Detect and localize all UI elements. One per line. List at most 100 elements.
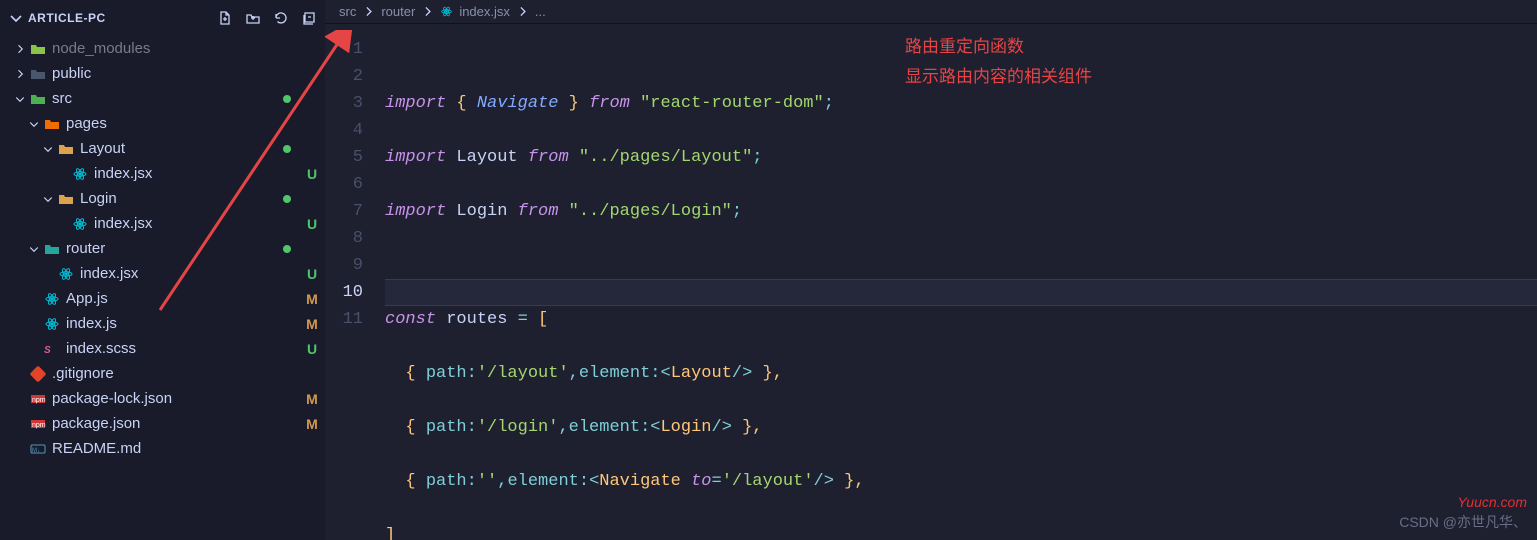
git-status-badge: M (299, 391, 325, 407)
folder-src-icon (28, 91, 48, 107)
md-icon: M↓ (28, 441, 48, 457)
tree-item-package-lock-json[interactable]: npm package-lock.jsonM (0, 386, 325, 411)
tree-item-index-jsx[interactable]: index.jsxU (0, 161, 325, 186)
explorer-header[interactable]: ARTICLE-PC (0, 0, 325, 36)
tree-label: .gitignore (52, 365, 299, 382)
tree-item--gitignore[interactable]: .gitignore (0, 361, 325, 386)
tree-label: Login (80, 190, 283, 207)
current-line-highlight (385, 279, 1537, 306)
tree-item-package-json[interactable]: npm package.jsonM (0, 411, 325, 436)
watermark-site: Yuucn.com (1457, 494, 1527, 510)
tree-item-readme-md[interactable]: M↓ README.md (0, 436, 325, 461)
tree-label: index.jsx (94, 215, 299, 232)
crumb-file[interactable]: index.jsx (459, 4, 510, 19)
chevron-right-icon (516, 5, 529, 18)
folder-open-icon (56, 141, 76, 157)
git-status-badge: U (299, 341, 325, 357)
crumb-router[interactable]: router (381, 4, 415, 19)
tree-label: package.json (52, 415, 299, 432)
tree-label: index.scss (66, 340, 299, 357)
tree-item-router[interactable]: router (0, 236, 325, 261)
refresh-icon[interactable] (273, 10, 289, 26)
tree-item-index-scss[interactable]: Sindex.scssU (0, 336, 325, 361)
svg-text:S: S (44, 345, 51, 356)
explorer-actions (217, 10, 317, 26)
folder-node-icon (28, 41, 48, 57)
react-icon (42, 316, 62, 332)
chevron-down-icon (8, 10, 24, 26)
tree-label: README.md (52, 440, 299, 457)
git-modified-dot (283, 245, 291, 253)
tree-label: index.jsx (94, 165, 299, 182)
new-folder-icon[interactable] (245, 10, 261, 26)
chevron-down-icon (26, 243, 42, 255)
folder-open-icon (56, 191, 76, 207)
code-area[interactable]: 1234567891011 import { Navigate } from "… (325, 24, 1537, 540)
react-file-icon (440, 5, 453, 18)
tree-label: App.js (66, 290, 299, 307)
tree-item-public[interactable]: public (0, 61, 325, 86)
editor-pane: src router index.jsx ... 1234567891011 i… (325, 0, 1537, 540)
project-title: ARTICLE-PC (28, 11, 106, 25)
tree-label: index.jsx (80, 265, 299, 282)
npm-icon: npm (28, 391, 48, 407)
tree-item-pages[interactable]: pages (0, 111, 325, 136)
explorer-sidebar: ARTICLE-PC node_modulespublic src pages Lay… (0, 0, 325, 540)
git-modified-dot (283, 95, 291, 103)
tree-label: public (52, 65, 299, 82)
chevron-right-icon (12, 43, 28, 55)
react-icon (56, 266, 76, 282)
git-status-badge: U (299, 266, 325, 282)
tree-item-index-jsx[interactable]: index.jsxU (0, 211, 325, 236)
react-icon (42, 291, 62, 307)
tree-item-layout[interactable]: Layout (0, 136, 325, 161)
react-icon (70, 216, 90, 232)
chevron-down-icon (12, 93, 28, 105)
tree-label: package-lock.json (52, 390, 299, 407)
watermark-author: CSDN @亦世凡华、 (1399, 512, 1527, 532)
collapse-all-icon[interactable] (301, 10, 317, 26)
new-file-icon[interactable] (217, 10, 233, 26)
folder-router-icon (42, 241, 62, 257)
code-content[interactable]: import { Navigate } from "react-router-d… (385, 24, 1537, 540)
git-icon (28, 366, 48, 382)
tree-item-login[interactable]: Login (0, 186, 325, 211)
tree-label: Layout (80, 140, 283, 157)
file-tree: node_modulespublic src pages Layout index.js… (0, 36, 325, 540)
breadcrumb[interactable]: src router index.jsx ... (325, 0, 1537, 24)
tree-item-node_modules[interactable]: node_modules (0, 36, 325, 61)
tree-label: index.js (66, 315, 299, 332)
git-modified-dot (283, 145, 291, 153)
line-gutter: 1234567891011 (325, 24, 385, 540)
chevron-down-icon (26, 118, 42, 130)
git-status-badge: U (299, 216, 325, 232)
tree-label: src (52, 90, 283, 107)
chevron-down-icon (40, 193, 56, 205)
git-status-badge: M (299, 316, 325, 332)
crumb-src[interactable]: src (339, 4, 356, 19)
svg-text:npm: npm (32, 422, 46, 429)
chevron-right-icon (12, 68, 28, 80)
tree-item-app-js[interactable]: App.jsM (0, 286, 325, 311)
app-root: ARTICLE-PC node_modulespublic src pages Lay… (0, 0, 1537, 540)
npm-icon: npm (28, 416, 48, 432)
tree-label: pages (66, 115, 299, 132)
git-status-badge: M (299, 291, 325, 307)
folder-icon (28, 66, 48, 82)
svg-text:npm: npm (32, 397, 46, 404)
git-status-badge: M (299, 416, 325, 432)
chevron-right-icon (421, 5, 434, 18)
scss-icon: S (42, 341, 62, 357)
tree-label: router (66, 240, 283, 257)
chevron-down-icon (40, 143, 56, 155)
tree-item-index-js[interactable]: index.jsM (0, 311, 325, 336)
svg-text:M↓: M↓ (32, 448, 40, 454)
tree-item-index-jsx[interactable]: index.jsxU (0, 261, 325, 286)
git-modified-dot (283, 195, 291, 203)
react-icon (70, 166, 90, 182)
chevron-right-icon (362, 5, 375, 18)
git-status-badge: U (299, 166, 325, 182)
tree-item-src[interactable]: src (0, 86, 325, 111)
folder-pages-icon (42, 116, 62, 132)
crumb-more[interactable]: ... (535, 4, 546, 19)
